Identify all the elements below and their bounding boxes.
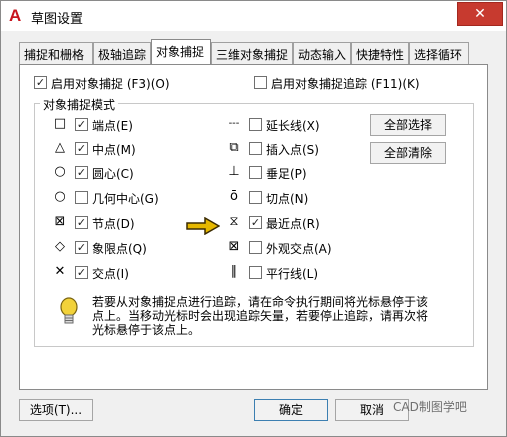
insertion-marker-icon: ⧉: [229, 140, 239, 155]
tab-polar-tracking[interactable]: 极轴追踪: [93, 42, 151, 64]
parallel-marker-icon: ∥: [230, 264, 238, 279]
tab-object-snap[interactable]: 对象捕捉: [151, 39, 211, 65]
tracking-on-checkbox[interactable]: [254, 76, 267, 89]
object-snap-panel: ✓ 启用对象捕捉 (F3)(O) 启用对象捕捉追踪 (F11)(K) 对象捕捉模…: [19, 64, 488, 390]
tab-quick-properties[interactable]: 快捷特性: [351, 42, 409, 64]
osnap-on-label: 启用对象捕捉 (F3)(O): [51, 77, 170, 91]
endpoint-marker-icon: □: [53, 116, 67, 131]
endpoint-checkbox[interactable]: ✓: [75, 118, 88, 131]
nearest-checkbox[interactable]: ✓: [249, 216, 262, 229]
apparent-intersection-label: 外观交点(A): [266, 242, 332, 256]
center-marker-icon: ○: [54, 164, 66, 179]
tab-selection-cycling[interactable]: 选择循环: [409, 42, 469, 64]
intersection-marker-icon: ✕: [54, 264, 66, 279]
tab-3d-object-snap[interactable]: 三维对象捕捉: [211, 42, 293, 64]
extension-checkbox[interactable]: [249, 118, 262, 131]
close-button[interactable]: ✕: [457, 2, 503, 26]
extension-label: 延长线(X): [266, 119, 320, 133]
select-all-button[interactable]: 全部选择: [370, 114, 446, 136]
tangent-marker-icon: ō: [230, 189, 238, 204]
osnap-on-checkbox[interactable]: ✓: [34, 76, 47, 89]
quadrant-checkbox[interactable]: ✓: [75, 241, 88, 254]
perpendicular-marker-icon: ⊥: [228, 164, 240, 179]
watermark-text: CAD制图学吧: [393, 400, 467, 414]
tangent-checkbox[interactable]: [249, 191, 262, 204]
node-marker-icon: ⊠: [54, 214, 66, 229]
tracking-help-text: 若要从对象捕捉点进行追踪，请在命令执行期间将光标悬停于该点上。当移动光标时会出现…: [92, 295, 429, 337]
endpoint-label: 端点(E): [92, 119, 133, 133]
node-label: 节点(D): [92, 217, 135, 231]
geometric-center-checkbox[interactable]: [75, 191, 88, 204]
quadrant-label: 象限点(Q): [92, 242, 147, 256]
snap-modes-title: 对象捕捉模式: [40, 96, 119, 113]
clear-all-button[interactable]: 全部清除: [370, 142, 446, 164]
insertion-label: 插入点(S): [266, 143, 319, 157]
geometric-center-label: 几何中心(G): [92, 192, 159, 206]
intersection-checkbox[interactable]: ✓: [75, 266, 88, 279]
tab-snap-grid[interactable]: 捕捉和栅格: [19, 42, 93, 64]
parallel-checkbox[interactable]: [249, 266, 262, 279]
quadrant-marker-icon: ◇: [55, 239, 65, 254]
lightbulb-info-icon: [60, 297, 78, 324]
pointer-arrow-icon: [186, 217, 220, 235]
autocad-logo-icon: A: [9, 6, 22, 25]
title-bar: A 草图设置 ✕: [1, 1, 506, 31]
perpendicular-checkbox[interactable]: [249, 166, 262, 179]
midpoint-marker-icon: △: [55, 140, 65, 155]
perpendicular-label: 垂足(P): [266, 167, 307, 181]
center-checkbox[interactable]: ✓: [75, 166, 88, 179]
ok-button[interactable]: 确定: [254, 399, 328, 421]
apparent-intersection-marker-icon: ⊠: [228, 239, 240, 254]
insertion-checkbox[interactable]: [249, 142, 262, 155]
tab-dynamic-input[interactable]: 动态输入: [293, 42, 351, 64]
node-checkbox[interactable]: ✓: [75, 216, 88, 229]
dialog-title: 草图设置: [31, 12, 84, 27]
options-button[interactable]: 选项(T)...: [19, 399, 93, 421]
tangent-label: 切点(N): [266, 192, 309, 206]
extension-marker-icon: ---: [228, 118, 240, 129]
geometric-center-marker-icon: ○: [54, 189, 66, 204]
parallel-label: 平行线(L): [266, 267, 319, 281]
apparent-intersection-checkbox[interactable]: [249, 241, 262, 254]
nearest-label: 最近点(R): [266, 217, 320, 231]
tracking-on-label: 启用对象捕捉追踪 (F11)(K): [271, 77, 420, 91]
midpoint-checkbox[interactable]: ✓: [75, 142, 88, 155]
sketch-settings-dialog: A 草图设置 ✕ 捕捉和栅格 极轴追踪 对象捕捉 三维对象捕捉 动态输入 快捷特…: [0, 0, 507, 437]
midpoint-label: 中点(M): [92, 143, 136, 157]
center-label: 圆心(C): [92, 167, 134, 181]
intersection-label: 交点(I): [92, 267, 129, 281]
nearest-marker-icon: ⧖: [229, 214, 239, 229]
